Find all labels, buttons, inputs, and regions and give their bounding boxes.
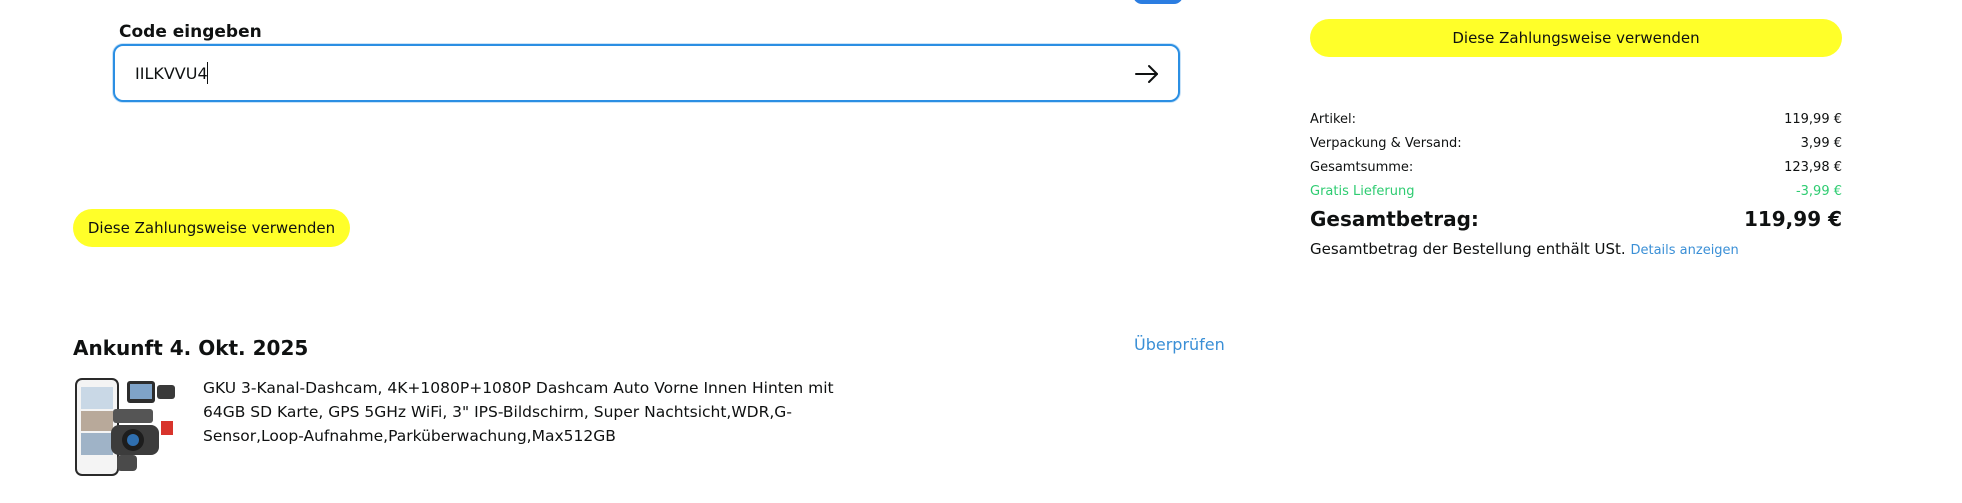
promo-code-field[interactable] <box>113 44 1180 102</box>
summary-total-row: Gesamtbetrag: 119,99 € <box>1310 205 1842 233</box>
apply-code-button[interactable] <box>1132 59 1162 89</box>
product-image[interactable] <box>73 377 178 477</box>
summary-row-shipping: Verpackung & Versand: 3,99 € <box>1310 132 1842 156</box>
total-value: 119,99 € <box>1743 207 1842 231</box>
summary-value: 119,99 € <box>1784 112 1842 127</box>
summary-value: -3,99 € <box>1795 184 1842 199</box>
summary-row-free-delivery: Gratis Lieferung -3,99 € <box>1310 180 1842 204</box>
summary-label: Gratis Lieferung <box>1310 184 1415 199</box>
review-link[interactable]: Überprüfen <box>1134 334 1225 356</box>
promo-code-input[interactable] <box>135 46 1035 100</box>
summary-row-items: Artikel: 119,99 € <box>1310 108 1842 132</box>
arrival-date-heading: Ankunft 4. Okt. 2025 <box>73 336 309 360</box>
summary-row-subtotal: Gesamtsumme: 123,98 € <box>1310 156 1842 180</box>
vat-note: Gesamtbetrag der Bestellung enthält USt.… <box>1310 238 1842 262</box>
use-payment-method-button-summary[interactable]: Diese Zahlungsweise verwenden <box>1310 19 1842 57</box>
toggle-switch[interactable] <box>1133 0 1183 4</box>
product-title[interactable]: GKU 3-Kanal-Dashcam, 4K+1080P+1080P Dash… <box>203 376 843 448</box>
total-label: Gesamtbetrag: <box>1310 207 1479 231</box>
arrow-right-icon <box>1135 65 1158 83</box>
summary-value: 3,99 € <box>1800 136 1842 151</box>
summary-label: Gesamtsumme: <box>1310 160 1414 175</box>
summary-label: Artikel: <box>1310 112 1357 127</box>
details-link[interactable]: Details anzeigen <box>1630 243 1738 258</box>
dashcam-product-image <box>75 378 175 476</box>
summary-label: Verpackung & Versand: <box>1310 136 1462 151</box>
use-payment-method-button[interactable]: Diese Zahlungsweise verwenden <box>73 209 350 247</box>
text-caret <box>207 62 208 84</box>
vat-note-text: Gesamtbetrag der Bestellung enthält USt. <box>1310 240 1626 258</box>
summary-value: 123,98 € <box>1784 160 1842 175</box>
order-summary: Artikel: 119,99 € Verpackung & Versand: … <box>1310 108 1842 262</box>
promo-code-label: Code eingeben <box>119 22 262 42</box>
